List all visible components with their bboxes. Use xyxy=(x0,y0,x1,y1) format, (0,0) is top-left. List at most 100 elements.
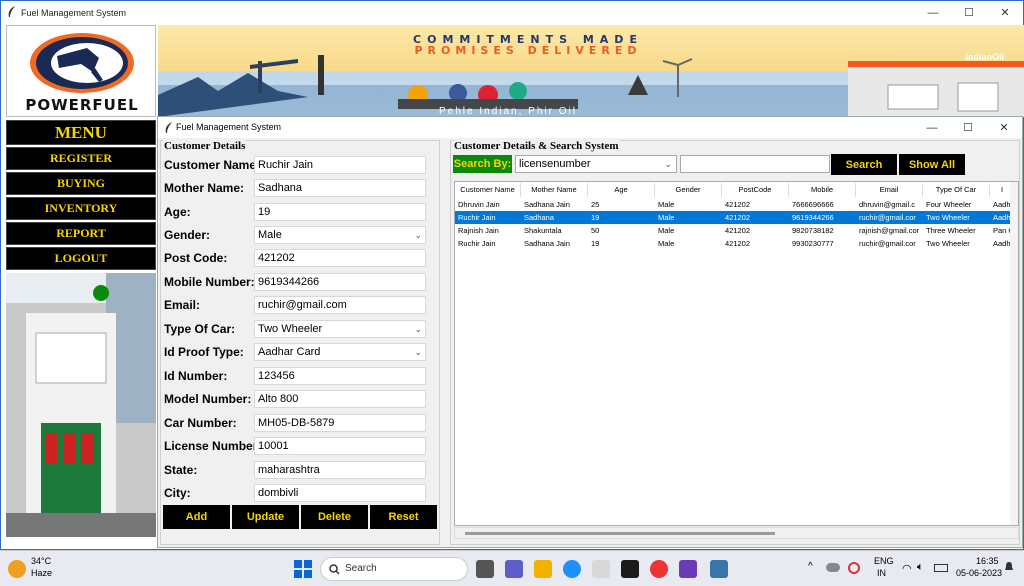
volume-icon[interactable]: 🔈︎ xyxy=(917,561,924,574)
field-id-proof-type: Id Proof Type: Aadhar Card ⌄ xyxy=(164,343,436,361)
column-header[interactable]: Type Of Car xyxy=(923,183,990,197)
customer-details-legend: Customer Details xyxy=(163,140,247,152)
mother-name-input[interactable]: Sadhana xyxy=(254,179,426,197)
id-proof-type-select[interactable]: Aadhar Card ⌄ xyxy=(254,343,426,361)
field-mother-name: Mother Name: Sadhana xyxy=(164,179,436,197)
powerfuel-logo: POWERFUEL xyxy=(6,25,156,117)
task-view-icon[interactable] xyxy=(476,560,494,578)
windows-start-icon[interactable] xyxy=(294,560,312,578)
menu-title: MENU xyxy=(6,120,156,145)
onedrive-icon[interactable] xyxy=(848,562,860,574)
menu-inventory-button[interactable]: INVENTORY xyxy=(6,197,156,220)
minimize-button[interactable]: — xyxy=(915,1,951,24)
field-post-code: Post Code: 421202 xyxy=(164,249,436,267)
car-number-input[interactable]: MH05-DB-5879 xyxy=(254,414,426,432)
weather-temp[interactable]: 34°C xyxy=(31,556,51,566)
battery-icon[interactable] xyxy=(934,564,948,572)
search-input[interactable] xyxy=(680,155,830,173)
search-by-label: Search By: xyxy=(453,155,512,173)
customer-window-title: Fuel Management System xyxy=(176,122,282,132)
inner-close-button[interactable]: ✕ xyxy=(986,117,1022,138)
type-of-car-select[interactable]: Two Wheeler ⌄ xyxy=(254,320,426,338)
language-top[interactable]: ENG xyxy=(874,556,894,566)
store-icon[interactable] xyxy=(592,560,610,578)
column-header[interactable]: Customer Name xyxy=(455,183,521,197)
table-vertical-scrollbar[interactable] xyxy=(1010,182,1018,525)
chevron-up-icon[interactable]: ^ xyxy=(808,561,813,572)
column-header[interactable]: Age xyxy=(588,183,655,197)
customer-table[interactable]: Customer Name Mother Name Age Gender Pos… xyxy=(454,181,1019,526)
search-by-select[interactable]: licensenumber ⌄ xyxy=(515,155,677,173)
close-button[interactable]: ✕ xyxy=(987,1,1023,24)
customer-name-input[interactable]: Ruchir Jain xyxy=(254,156,426,174)
update-button[interactable]: Update xyxy=(232,505,299,529)
pycharm-icon[interactable] xyxy=(621,560,639,578)
fuel-pump-photo xyxy=(6,273,156,537)
city-input[interactable]: dombivli xyxy=(254,484,426,502)
state-input[interactable]: maharashtra xyxy=(254,461,426,479)
table-row-selected[interactable]: Ruchir Jain Sadhana 19 Male 421202 96193… xyxy=(455,211,1015,224)
edge-icon[interactable] xyxy=(563,560,581,578)
file-explorer-icon[interactable] xyxy=(534,560,552,578)
column-header[interactable]: Mobile xyxy=(789,183,856,197)
weather-desc[interactable]: Haze xyxy=(31,568,52,578)
language-bottom[interactable]: IN xyxy=(877,568,886,578)
table-row[interactable]: Dhruvin Jain Sadhana Jain 25 Male 421202… xyxy=(455,198,1015,211)
column-header[interactable]: Gender xyxy=(655,183,722,197)
reset-button[interactable]: Reset xyxy=(370,505,437,529)
brand-name: POWERFUEL xyxy=(25,96,139,114)
mobile-number-input[interactable]: 9619344266 xyxy=(254,273,426,291)
gender-select[interactable]: Male ⌄ xyxy=(254,226,426,244)
clock-time[interactable]: 16:35 xyxy=(976,556,999,566)
model-number-input[interactable]: Alto 800 xyxy=(254,390,426,408)
weather-icon[interactable] xyxy=(8,560,26,578)
post-code-input[interactable]: 421202 xyxy=(254,249,426,267)
chevron-down-icon: ⌄ xyxy=(414,324,422,334)
teams-icon[interactable] xyxy=(505,560,523,578)
inner-minimize-button[interactable]: — xyxy=(914,117,950,138)
column-header[interactable]: PostCode xyxy=(722,183,789,197)
python-icon[interactable] xyxy=(710,560,728,578)
field-type-of-car: Type Of Car: Two Wheeler ⌄ xyxy=(164,320,436,338)
menu-logout-button[interactable]: LOGOUT xyxy=(6,247,156,270)
chevron-down-icon: ⌄ xyxy=(664,159,672,169)
menu-register-button[interactable]: REGISTER xyxy=(6,147,156,170)
age-input[interactable]: 19 xyxy=(254,203,426,221)
chevron-down-icon: ⌄ xyxy=(414,230,422,240)
show-all-button[interactable]: Show All xyxy=(899,154,965,175)
field-model-number: Model Number: Alto 800 xyxy=(164,390,436,408)
field-email: Email: ruchir@gmail.com xyxy=(164,296,436,314)
table-horizontal-scrollbar[interactable] xyxy=(454,527,1019,539)
taskbar-search[interactable]: Search xyxy=(320,557,468,581)
feather-icon xyxy=(8,6,15,17)
field-state: State: maharashtra xyxy=(164,461,436,479)
id-number-input[interactable]: 123456 xyxy=(254,367,426,385)
maximize-button[interactable]: ☐ xyxy=(951,1,987,24)
fuel-nozzle-icon xyxy=(30,33,134,93)
form-button-row: Add Update Delete Reset xyxy=(163,505,437,529)
field-license-number: License Number: 10001 xyxy=(164,437,436,455)
search-button[interactable]: Search xyxy=(831,154,897,175)
column-header[interactable]: Mother Name xyxy=(521,183,588,197)
menu-buying-button[interactable]: BUYING xyxy=(6,172,156,195)
scrollbar-thumb[interactable] xyxy=(465,532,775,535)
field-age: Age: 19 xyxy=(164,203,436,221)
oil-industry-illustration xyxy=(158,55,1024,117)
column-header[interactable]: Email xyxy=(856,183,923,197)
email-input[interactable]: ruchir@gmail.com xyxy=(254,296,426,314)
table-row[interactable]: Ruchir Jain Sadhana Jain 19 Male 421202 … xyxy=(455,237,1015,250)
notification-icon[interactable] xyxy=(1003,561,1015,573)
license-number-input[interactable]: 10001 xyxy=(254,437,426,455)
table-row[interactable]: Rajnish Jain Shakuntala 50 Male 421202 9… xyxy=(455,224,1015,237)
delete-button[interactable]: Delete xyxy=(301,505,368,529)
cloud-icon[interactable] xyxy=(826,563,840,572)
indianoil-brand: IndianOil xyxy=(965,52,1004,62)
app-icon[interactable] xyxy=(679,560,697,578)
header-banner: COMMITMENTS MADE PROMISES DELIVERED Indi… xyxy=(158,25,1024,117)
wifi-icon[interactable]: ◠ xyxy=(902,562,912,575)
clock-date[interactable]: 05-06-2023 xyxy=(956,568,1002,578)
add-button[interactable]: Add xyxy=(163,505,230,529)
menu-report-button[interactable]: REPORT xyxy=(6,222,156,245)
inner-maximize-button[interactable]: ☐ xyxy=(950,117,986,138)
chrome-icon[interactable] xyxy=(650,560,668,578)
